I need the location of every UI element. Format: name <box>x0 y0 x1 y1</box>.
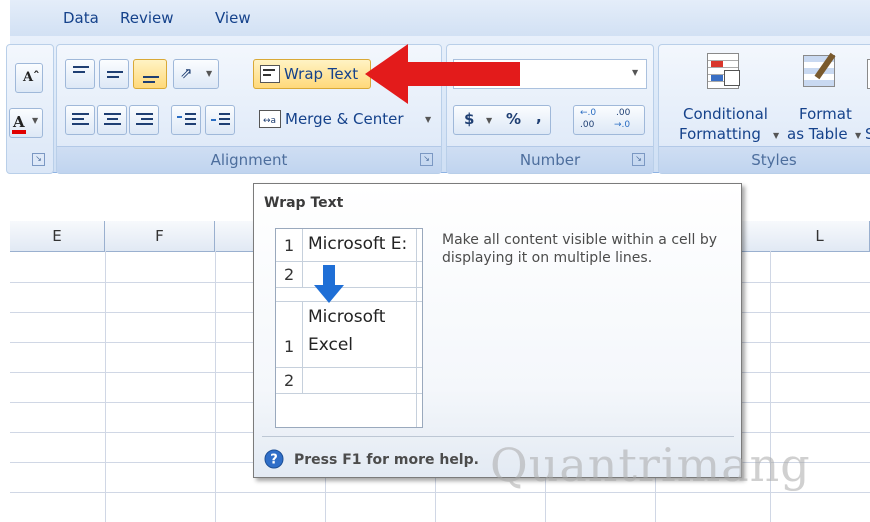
styles-group-label: Styles <box>659 146 870 173</box>
example-row <box>276 261 422 288</box>
example-row-number: 1 <box>284 337 295 356</box>
example-wrapped-line-1: Microsoft <box>308 307 386 327</box>
orientation-button[interactable]: ⇗ ▼ <box>173 59 219 89</box>
example-col-line <box>302 301 303 393</box>
percent-icon: % <box>506 110 522 128</box>
example-col-line <box>302 229 303 287</box>
example-row-number: 1 <box>284 236 295 255</box>
decrease-indent-button[interactable] <box>171 105 201 135</box>
merge-center-label: Merge & Center <box>285 110 404 128</box>
chevron-down-icon: ▼ <box>425 115 432 124</box>
grid-line <box>215 251 216 522</box>
watermark-logo: Quantrimang <box>490 438 811 492</box>
grid-line <box>105 251 106 522</box>
decimal-buttons[interactable]: ←.0 .00 .00 →.0 <box>573 105 645 135</box>
merge-center-icon: ↔a <box>259 110 281 128</box>
example-col-line <box>416 229 417 427</box>
cell-styles-button[interactable]: S <box>863 49 870 145</box>
chevron-down-icon: ▼ <box>632 68 639 77</box>
alignment-group-label: Alignment <box>57 146 441 173</box>
example-wrapped-line-2: Excel <box>308 335 354 355</box>
arrow-down-icon <box>314 265 344 303</box>
example-row <box>276 367 422 394</box>
format-as-table-button[interactable]: Format as Table ▼ <box>779 49 865 145</box>
column-header-e[interactable]: E <box>10 221 105 251</box>
bottom-align-button[interactable] <box>133 59 167 89</box>
tooltip-title: Wrap Text <box>264 195 344 211</box>
font-color-icon: A <box>13 113 25 131</box>
align-left-button[interactable] <box>65 105 95 135</box>
chevron-down-icon: ▼ <box>206 69 213 78</box>
wrap-text-icon <box>260 65 280 83</box>
cell-styles-label: S <box>865 125 870 143</box>
example-row-number: 2 <box>284 371 295 390</box>
decrease-decimal-icon: →.0 <box>614 120 631 130</box>
tooltip-separator <box>262 436 734 437</box>
styles-group: Conditional Formatting ▼ Format as Table… <box>658 44 870 174</box>
font-group-partial: Aˆ A ▼ ↘ <box>6 44 54 174</box>
grow-font-icon: Aˆ <box>23 70 40 85</box>
conditional-formatting-button[interactable]: Conditional Formatting ▼ <box>669 49 779 145</box>
conditional-formatting-label-1: Conditional <box>683 105 768 123</box>
format-as-table-label-1: Format <box>799 105 852 123</box>
font-dialog-launcher[interactable]: ↘ <box>32 153 45 166</box>
format-as-table-icon <box>803 52 836 87</box>
example-spacer <box>276 287 422 302</box>
wrap-text-label: Wrap Text <box>284 65 359 83</box>
help-icon: ? <box>264 449 284 469</box>
chevron-down-icon: ▼ <box>486 116 493 125</box>
merge-center-button[interactable]: ↔a Merge & Center ▼ <box>253 105 441 135</box>
number-group-label: Number <box>447 146 653 173</box>
chevron-down-icon: ▼ <box>32 116 39 125</box>
alignment-dialog-launcher[interactable]: ↘ <box>420 153 433 166</box>
chevron-down-icon: ▼ <box>855 131 862 140</box>
middle-align-button[interactable] <box>99 59 129 89</box>
example-row-number: 2 <box>284 265 295 284</box>
column-header-f[interactable]: F <box>105 221 215 251</box>
comma-icon: , <box>536 108 542 126</box>
tooltip-help-text: Press F1 for more help. <box>294 452 479 468</box>
tab-view[interactable]: View <box>215 9 251 27</box>
tab-data[interactable]: Data <box>63 9 99 27</box>
orientation-icon: ⇗ <box>180 64 193 82</box>
decrease-decimal-label: .00 <box>616 108 631 118</box>
svg-text:?: ? <box>270 453 278 468</box>
tab-review[interactable]: Review <box>120 9 174 27</box>
wrap-text-example: 1 Microsoft E: 2 Microsoft 1 Excel 2 <box>275 228 423 428</box>
center-button[interactable] <box>97 105 127 135</box>
align-right-button[interactable] <box>129 105 159 135</box>
increase-decimal-icon: ←.0 <box>580 108 597 118</box>
annotation-arrow <box>365 44 520 104</box>
wrap-text-button[interactable]: Wrap Text <box>253 59 371 89</box>
wrap-text-tooltip: Wrap Text 1 Microsoft E: 2 Microsoft 1 E… <box>253 183 742 478</box>
conditional-formatting-icon <box>707 53 740 89</box>
accounting-format-button[interactable]: $ ▼ % , <box>453 105 551 135</box>
format-as-table-label-2: as Table <box>787 125 848 143</box>
currency-icon: $ <box>464 110 475 128</box>
tooltip-description: Make all content visible within a cell b… <box>442 232 718 266</box>
ribbon-tab-bar: Data Review View <box>10 0 870 37</box>
conditional-formatting-label-2: Formatting <box>679 125 761 143</box>
grow-font-button[interactable]: Aˆ <box>15 63 43 93</box>
top-align-button[interactable] <box>65 59 95 89</box>
number-dialog-launcher[interactable]: ↘ <box>632 153 645 166</box>
increase-decimal-label: .00 <box>580 120 595 130</box>
increase-indent-button[interactable] <box>205 105 235 135</box>
font-color-swatch <box>12 130 26 134</box>
column-header-l[interactable]: L <box>770 221 870 251</box>
grid-line <box>10 492 870 493</box>
example-cell-text: Microsoft E: <box>308 234 408 254</box>
font-color-button[interactable]: A ▼ <box>9 108 43 138</box>
